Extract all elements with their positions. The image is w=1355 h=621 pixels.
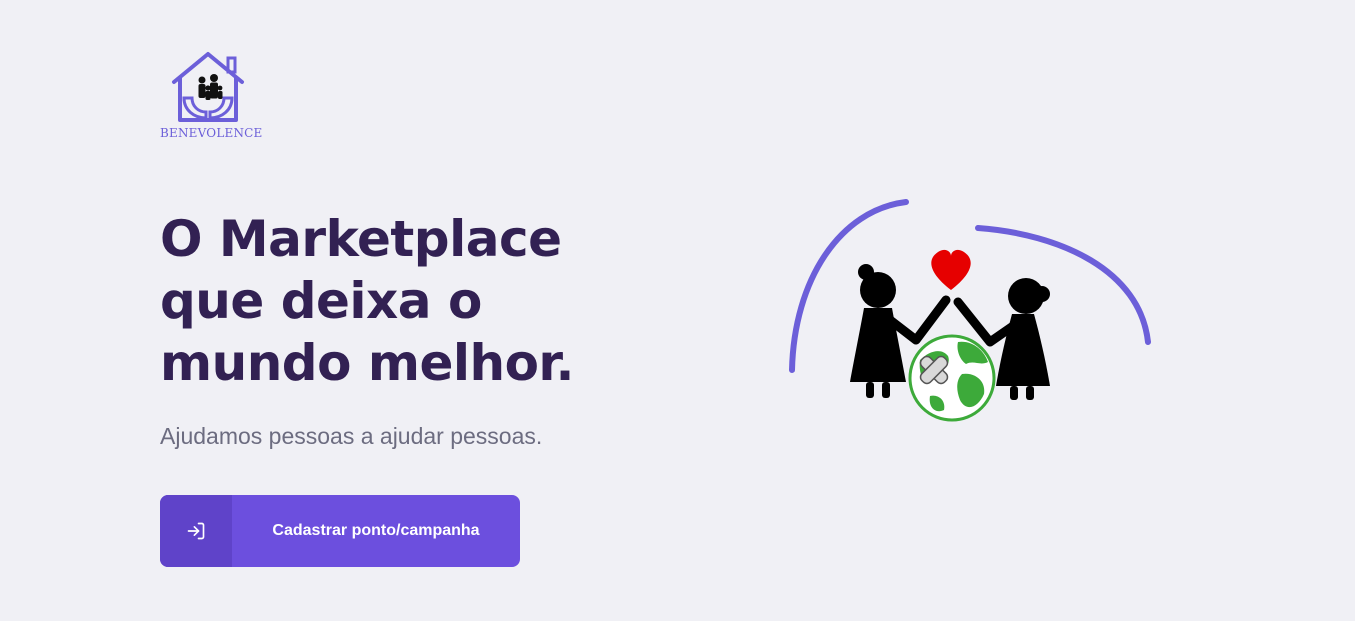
register-campaign-button[interactable]: Cadastrar ponto/campanha	[160, 495, 520, 567]
people-holding-heart-globe-icon	[789, 199, 1151, 422]
log-in-icon	[187, 522, 205, 540]
brand-name: BENEVOLENCE	[160, 126, 263, 140]
house-with-hands-family-icon	[172, 52, 244, 122]
hero-illustration	[780, 190, 1160, 430]
register-campaign-label: Cadastrar ponto/campanha	[272, 522, 480, 539]
cta-icon-container	[160, 495, 232, 567]
brand-logo[interactable]: BENEVOLENCE	[160, 48, 263, 144]
page-subtitle: Ajudamos pessoas a ajudar pessoas.	[160, 423, 543, 449]
landing-page: BENEVOLENCE O Marketplace que deixa o mu…	[0, 0, 1355, 621]
page-title: O Marketplace que deixa o mundo melhor.	[160, 210, 574, 392]
